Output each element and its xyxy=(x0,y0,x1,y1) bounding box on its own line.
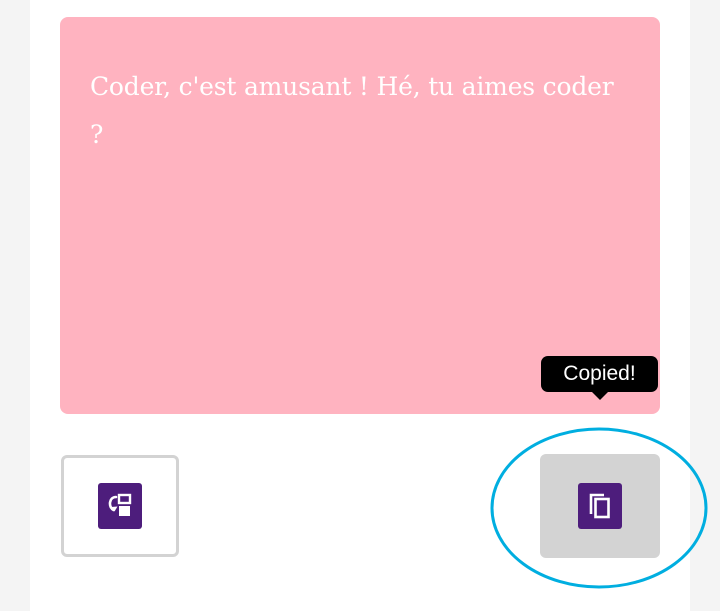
copied-tooltip: Copied! xyxy=(541,356,658,392)
output-text: Coder, c'est amusant ! Hé, tu aimes code… xyxy=(90,72,614,149)
swap-button[interactable] xyxy=(61,455,179,557)
copy-button[interactable] xyxy=(540,454,660,558)
swap-icon xyxy=(98,483,142,529)
output-textbox[interactable]: Coder, c'est amusant ! Hé, tu aimes code… xyxy=(60,17,660,414)
tooltip-arrow xyxy=(591,391,609,400)
copy-icon xyxy=(578,483,622,529)
